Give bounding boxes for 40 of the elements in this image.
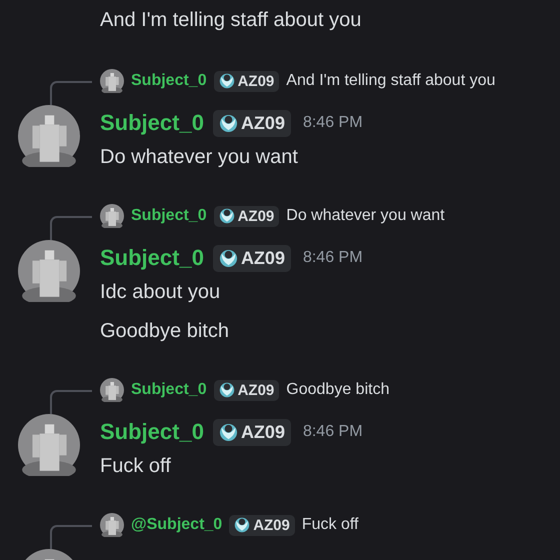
avatar[interactable] bbox=[100, 69, 124, 93]
reply-preview[interactable]: And I'm telling staff about you bbox=[286, 72, 496, 90]
reply-author[interactable]: @Subject_0 bbox=[131, 516, 222, 534]
author-name[interactable]: Subject_0 bbox=[100, 110, 204, 136]
avatar[interactable] bbox=[18, 414, 80, 476]
crescent-icon bbox=[218, 422, 238, 442]
clan-tag[interactable]: AZ09 bbox=[214, 380, 280, 400]
avatar[interactable] bbox=[100, 204, 124, 228]
avatar[interactable] bbox=[100, 378, 124, 402]
clan-tag[interactable]: AZ09 bbox=[214, 70, 280, 92]
timestamp: 8:46 PM bbox=[302, 249, 363, 267]
timestamp: 8:46 PM bbox=[302, 423, 363, 441]
message-text: Fuck off bbox=[99, 454, 172, 479]
clan-tag[interactable]: AZ09 bbox=[214, 206, 280, 226]
author-name[interactable]: Subject_0 bbox=[100, 419, 204, 445]
avatar[interactable] bbox=[100, 513, 124, 537]
crescent-icon bbox=[218, 382, 235, 398]
crescent-icon bbox=[218, 248, 238, 268]
message-text: Idc about you bbox=[99, 280, 222, 305]
reply-author[interactable]: Subject_0 bbox=[131, 381, 207, 399]
timestamp: 8:46 PM bbox=[302, 114, 363, 132]
crescent-icon bbox=[234, 517, 250, 533]
crescent-icon bbox=[218, 114, 238, 132]
reply-preview[interactable]: Do whatever you want bbox=[286, 207, 445, 225]
reply-author[interactable]: Subject_0 bbox=[131, 207, 207, 225]
avatar[interactable] bbox=[18, 105, 80, 167]
crescent-icon bbox=[218, 208, 235, 224]
message-text: Do whatever you want bbox=[99, 145, 299, 170]
clan-tag[interactable]: AZ09 bbox=[212, 418, 291, 446]
author-name[interactable]: Subject_0 bbox=[100, 245, 204, 271]
message-text: And I'm telling staff about you bbox=[99, 8, 362, 33]
reply-preview[interactable]: Fuck off bbox=[302, 516, 358, 534]
reply-preview[interactable]: Goodbye bitch bbox=[286, 381, 390, 399]
clan-tag[interactable]: AZ09 bbox=[212, 244, 291, 272]
clan-tag[interactable]: AZ09 bbox=[229, 514, 295, 536]
crescent-icon bbox=[218, 73, 235, 89]
message-text: Goodbye bitch bbox=[99, 319, 230, 344]
reply-author[interactable]: Subject_0 bbox=[131, 72, 207, 90]
clan-tag[interactable]: AZ09 bbox=[212, 110, 291, 136]
avatar[interactable] bbox=[18, 240, 80, 302]
